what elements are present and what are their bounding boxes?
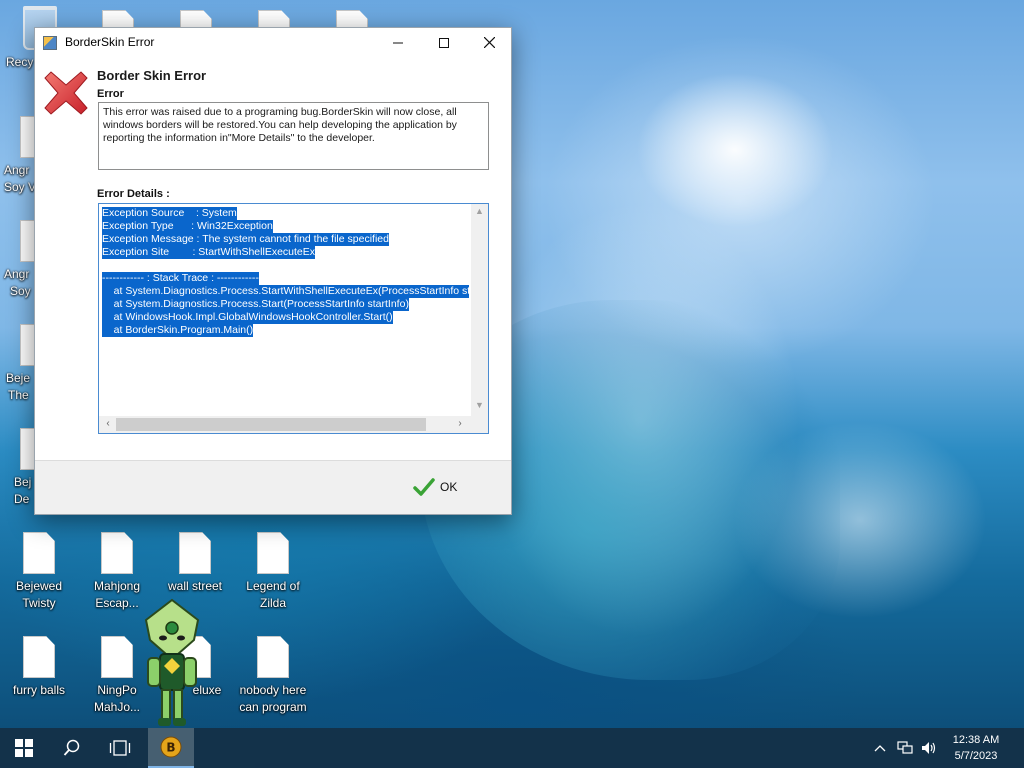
scroll-left-icon[interactable]: ‹	[101, 418, 115, 432]
error-details-textbox[interactable]: Exception Source : System Exception Type …	[98, 203, 489, 434]
error-details-line: Exception Message : The system cannot fi…	[102, 233, 469, 246]
error-details-line: Exception Source : System	[102, 207, 469, 220]
error-details-line: at System.Diagnostics.Process.Start(Proc…	[102, 298, 469, 311]
file-icon	[101, 532, 133, 574]
error-details-line-text: at BorderSkin.Program.Main()	[102, 324, 254, 337]
svg-text:B: B	[166, 741, 175, 755]
task-view-button[interactable]	[96, 728, 144, 768]
clock-time: 12:38 AM	[952, 734, 1000, 746]
file-icon	[23, 532, 55, 574]
scroll-right-icon[interactable]: ›	[453, 418, 467, 432]
network-button[interactable]	[895, 728, 915, 768]
dialog-heading: Border Skin Error	[97, 68, 207, 83]
error-label: Error	[97, 88, 124, 100]
start-button[interactable]	[0, 728, 48, 768]
error-details-line: at BorderSkin.Program.Main()	[102, 324, 469, 337]
error-details-line: ------------ : Stack Trace : -----------…	[102, 272, 469, 285]
vertical-scrollbar[interactable]: ▲ ▼	[471, 204, 488, 416]
windows-logo-icon	[15, 739, 33, 757]
ok-button[interactable]: OK	[413, 475, 463, 499]
error-details-text[interactable]: Exception Source : System Exception Type …	[102, 207, 469, 414]
taskbar-app-borderskin[interactable]: B	[148, 728, 194, 768]
scrollbar-corner	[471, 416, 488, 433]
chevron-up-icon	[874, 745, 886, 752]
maximize-button[interactable]	[421, 28, 467, 57]
minimize-button[interactable]	[375, 28, 421, 57]
error-details-line-text: at System.Diagnostics.Process.Start(Proc…	[102, 298, 409, 311]
close-button[interactable]	[466, 28, 512, 57]
search-button[interactable]	[48, 728, 96, 768]
file-icon	[179, 532, 211, 574]
file-icon	[257, 532, 289, 574]
desktop-icon-bejewed-twisty[interactable]: Bejewed Twisty	[1, 532, 77, 612]
borderskin-app-icon: B	[160, 736, 182, 758]
clock-date: 5/7/2023	[954, 750, 998, 762]
file-icon	[257, 636, 289, 678]
taskbar: B 12:38 AM 5/7/2023	[0, 728, 1024, 768]
character-sticker-image	[144, 598, 200, 726]
error-details-line-text: ------------ : Stack Trace : -----------…	[102, 272, 259, 285]
error-details-line-text: Exception Source : System	[102, 207, 237, 220]
error-details-line: at System.Diagnostics.Process.StartWithS…	[102, 285, 469, 298]
error-details-line-text: at WindowsHook.Impl.GlobalWindowsHookCon…	[102, 311, 393, 324]
error-details-line-text: Exception Type : Win32Exception	[102, 220, 273, 233]
error-details-line-text: at System.Diagnostics.Process.StartWithS…	[102, 285, 469, 298]
speaker-icon	[922, 742, 936, 754]
app-icon	[43, 36, 57, 50]
ok-button-label: OK	[440, 480, 458, 494]
desktop-icon-legend-of-zilda[interactable]: Legend of Zilda	[235, 532, 311, 612]
file-icon	[101, 636, 133, 678]
error-details-label: Error Details :	[97, 188, 170, 200]
error-details-line-text: Exception Site : StartWithShellExecuteEx	[102, 246, 316, 259]
desktop-icon-nobody-here[interactable]: nobody here can program	[235, 636, 311, 716]
scroll-down-icon[interactable]: ▼	[471, 400, 488, 414]
error-icon	[44, 71, 88, 115]
show-hidden-icons-button[interactable]	[870, 728, 890, 768]
desktop-icon-wall-street[interactable]: wall street	[157, 532, 233, 595]
volume-button[interactable]	[918, 728, 940, 768]
error-dialog: BorderSkin Error Border Skin Error Error…	[34, 27, 512, 515]
search-icon	[63, 739, 80, 756]
dialog-footer: OK	[35, 460, 511, 514]
task-view-icon	[109, 740, 131, 756]
desktop-icon-furry-balls[interactable]: furry balls	[1, 636, 77, 699]
dialog-titlebar[interactable]: BorderSkin Error	[35, 28, 511, 57]
minimize-icon	[393, 42, 403, 43]
error-details-line-text: Exception Message : The system cannot fi…	[102, 233, 389, 246]
network-icon	[897, 741, 913, 754]
file-icon	[23, 636, 55, 678]
error-details-line: Exception Type : Win32Exception	[102, 220, 469, 233]
scroll-up-icon[interactable]: ▲	[471, 206, 488, 220]
checkmark-icon	[413, 478, 435, 496]
error-details-line: Exception Site : StartWithShellExecuteEx	[102, 246, 469, 259]
error-details-line: at WindowsHook.Impl.GlobalWindowsHookCon…	[102, 311, 469, 324]
error-details-line	[102, 259, 469, 272]
horizontal-scrollbar[interactable]: ‹ ›	[99, 416, 471, 433]
horizontal-scroll-thumb[interactable]	[116, 418, 426, 431]
error-message-text: This error was raised due to a programin…	[98, 102, 489, 170]
close-icon	[483, 37, 495, 48]
dialog-title: BorderSkin Error	[65, 35, 155, 49]
taskbar-clock[interactable]: 12:38 AM 5/7/2023	[944, 732, 1008, 764]
maximize-icon	[439, 37, 449, 48]
